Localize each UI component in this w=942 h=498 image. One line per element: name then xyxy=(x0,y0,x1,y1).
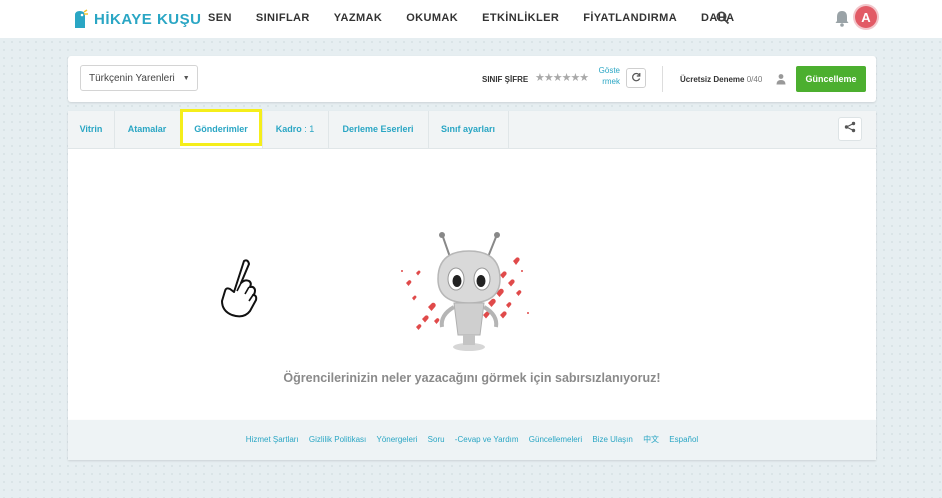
robot-illustration xyxy=(388,223,558,358)
tab-label: Kadro xyxy=(275,124,302,134)
tab-label: Atamalar xyxy=(127,124,167,134)
upgrade-button[interactable]: Güncelleme xyxy=(796,66,866,92)
class-name: Türkçenin Yarenleri xyxy=(89,72,175,84)
class-selector[interactable]: Türkçenin Yarenleri ▼ xyxy=(80,65,198,91)
footer-link-privacy[interactable]: Gizlilik Politikası xyxy=(309,435,366,444)
share-button[interactable] xyxy=(838,117,862,141)
nav-item-yazmak[interactable]: YAZMAK xyxy=(334,12,382,24)
footer-link-chinese[interactable]: 中文 xyxy=(643,435,659,444)
logo[interactable]: HİKAYE KUŞU xyxy=(72,9,201,29)
share-icon xyxy=(844,120,856,138)
class-toolbar: Türkçenin Yarenleri ▼ SINIF ŞİFRE ★★★★★★… xyxy=(68,56,876,102)
caret-down-icon: ▼ xyxy=(182,74,190,82)
pointing-hand-icon xyxy=(214,257,264,321)
top-navigation: HİKAYE KUŞU SEN SINIFLAR YAZMAK OKUMAK E… xyxy=(0,0,942,38)
submissions-panel: Vitrin Atamalar Gönderimler Kadro : 1 De… xyxy=(68,109,876,420)
show-password-link[interactable]: Göste rmek xyxy=(592,65,620,87)
free-trial-label: Ücretsiz Deneme xyxy=(680,75,745,84)
tab-label: Vitrin xyxy=(79,124,103,134)
footer-links: Hizmet Şartları Gizlilik Politikası Yöne… xyxy=(68,434,876,445)
nav-item-sen[interactable]: SEN xyxy=(208,12,232,24)
tab-atamalar[interactable]: Atamalar xyxy=(114,111,181,148)
footer-link-guidelines[interactable]: Yönergeleri xyxy=(377,435,418,444)
footer-link-spanish[interactable]: Español xyxy=(669,435,698,444)
class-password-label: SINIF ŞİFRE xyxy=(482,75,529,84)
avatar[interactable]: A xyxy=(855,6,877,28)
toolbar-divider xyxy=(662,66,663,92)
highlight-box xyxy=(180,109,262,146)
tab-vitrin[interactable]: Vitrin xyxy=(68,111,115,148)
footer-link-question[interactable]: Soru xyxy=(428,435,445,444)
nav-item-okumak[interactable]: OKUMAK xyxy=(406,12,458,24)
empty-state-message: Öğrencilerinizin neler yazacağını görmek… xyxy=(283,371,661,385)
tab-label: Sınıf ayarları xyxy=(440,124,496,134)
logo-bird-icon xyxy=(72,9,88,29)
tab-sinif-ayarlari[interactable]: Sınıf ayarları xyxy=(428,111,509,148)
nav-item-etkinlikler[interactable]: ETKİNLİKLER xyxy=(482,12,559,24)
nav-item-fiyatlandirma[interactable]: FİYATLANDIRMA xyxy=(583,12,677,24)
footer: Hizmet Şartları Gizlilik Politikası Yöne… xyxy=(68,420,876,460)
brand-name: HİKAYE KUŞU xyxy=(94,10,202,28)
class-password-mask: ★★★★★★ xyxy=(535,72,589,84)
bell-icon[interactable] xyxy=(834,8,850,28)
main-nav: SEN SINIFLAR YAZMAK OKUMAK ETKİNLİKLER F… xyxy=(208,12,758,24)
search-icon[interactable] xyxy=(715,10,731,26)
footer-link-updates[interactable]: Güncellemeleri xyxy=(529,435,582,444)
footer-link-help[interactable]: -Cevap ve Yardım xyxy=(455,435,519,444)
tab-label: Derleme Eserleri xyxy=(342,124,414,134)
refresh-icon xyxy=(631,69,641,87)
tab-count: : 1 xyxy=(301,124,315,134)
footer-link-contact[interactable]: Bize Ulaşın xyxy=(592,435,632,444)
refresh-password-button[interactable] xyxy=(626,68,646,88)
show-password-line-1: Göste xyxy=(598,66,620,75)
show-password-line-2: rmek xyxy=(602,77,620,86)
free-trial-count: 0/40 xyxy=(746,75,763,84)
tab-derleme-eserleri[interactable]: Derleme Eserleri xyxy=(328,111,429,148)
user-icon xyxy=(776,72,786,85)
nav-item-siniflar[interactable]: SINIFLAR xyxy=(256,12,310,24)
free-trial-status: Ücretsiz Deneme 0/40 xyxy=(680,75,762,84)
footer-link-terms[interactable]: Hizmet Şartları xyxy=(246,435,299,444)
tab-kadro[interactable]: Kadro : 1 xyxy=(262,111,329,148)
